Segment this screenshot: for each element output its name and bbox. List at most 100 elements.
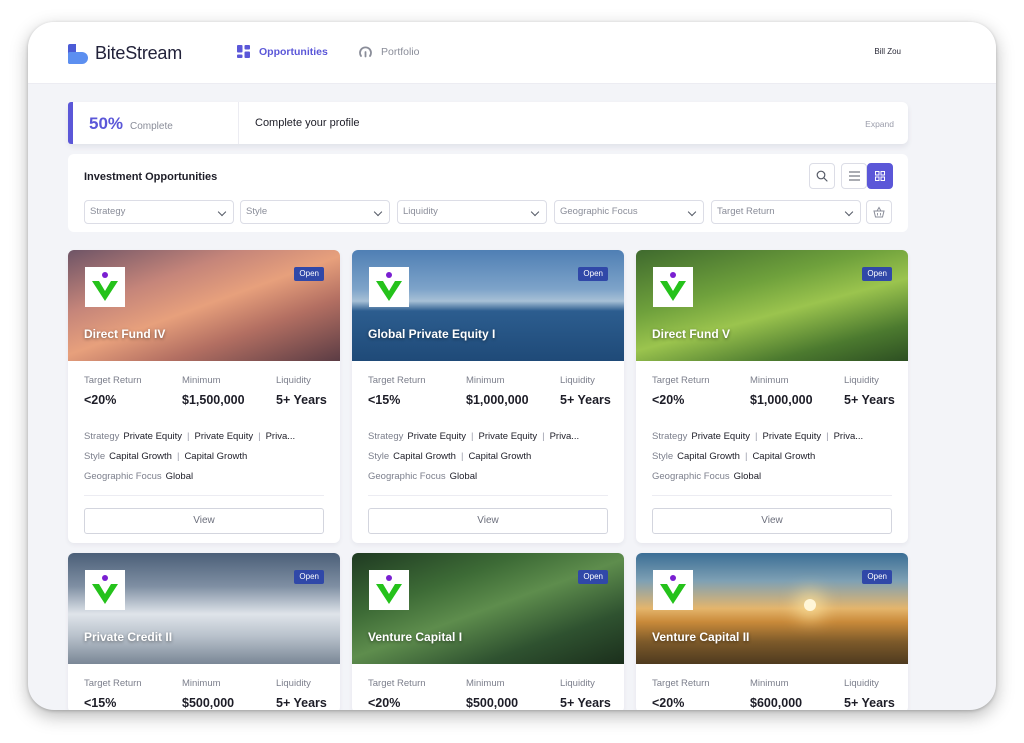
geo-key: Geographic Focus: [652, 471, 730, 482]
app-window: BiteStream Opportunities Portfolio Bill …: [28, 22, 996, 710]
list-icon: [848, 171, 860, 181]
chevron-down-icon: [217, 207, 227, 217]
card-title: Venture Capital II: [652, 630, 750, 644]
profile-title: Complete your profile: [255, 117, 360, 129]
nav-portfolio[interactable]: Portfolio: [359, 45, 420, 58]
grid-view-button[interactable]: [867, 163, 893, 189]
divider: [84, 495, 324, 496]
view-button[interactable]: View: [368, 508, 608, 534]
fund-logo: [369, 267, 409, 307]
status-badge: Open: [578, 570, 608, 584]
strategy-tag: Priva...: [833, 431, 864, 442]
profile-completion-percent: 50%: [89, 114, 124, 133]
fund-logo: [653, 267, 693, 307]
geographic-focus-filter[interactable]: Geographic Focus: [554, 200, 704, 224]
target-return-value: <15%: [368, 393, 401, 407]
list-view-button[interactable]: [841, 163, 867, 189]
divider: [238, 102, 239, 144]
liquidity-label: Liquidity: [844, 375, 879, 386]
geographic-focus-filter-placeholder: Geographic Focus: [560, 206, 638, 217]
strategy-filter-placeholder: Strategy: [90, 206, 126, 217]
minimum-value: $600,000: [750, 696, 803, 710]
opportunity-card: Open Private Credit II Target Return Min…: [68, 553, 340, 710]
chevron-down-icon: [687, 207, 697, 217]
minimum-value: $500,000: [466, 696, 519, 710]
status-badge: Open: [294, 267, 324, 281]
target-return-label: Target Return: [652, 678, 710, 689]
card-title: Global Private Equity I: [368, 327, 496, 341]
style-key: Style: [368, 451, 390, 462]
expand-link[interactable]: Expand: [865, 119, 894, 129]
liquidity-value: 5+ Years: [844, 393, 895, 407]
minimum-label: Minimum: [466, 375, 505, 386]
style-tag: Capital Growth: [109, 451, 172, 462]
user-name[interactable]: Bill Zou: [874, 47, 901, 56]
strategy-key: Strategy: [652, 431, 688, 442]
profile-completion-label: Complete: [130, 121, 173, 132]
profile-completion-bar: 50% Complete Complete your profile Expan…: [68, 102, 908, 144]
liquidity-value: 5+ Years: [276, 696, 327, 710]
geo-row: Geographic Focus Global: [84, 471, 329, 482]
strategy-key: Strategy: [84, 431, 120, 442]
clear-filters-button[interactable]: [866, 200, 892, 224]
nav-opportunities[interactable]: Opportunities: [237, 45, 328, 58]
strategy-tag: Private Equity: [194, 431, 254, 442]
strategy-filter[interactable]: Strategy: [84, 200, 234, 224]
strategy-tag: Private Equity: [123, 431, 183, 442]
minimum-label: Minimum: [182, 678, 221, 689]
liquidity-label: Liquidity: [560, 375, 595, 386]
geo-key: Geographic Focus: [368, 471, 446, 482]
style-row: Style Capital Growth | Capital Growth: [652, 451, 816, 462]
view-button[interactable]: View: [84, 508, 324, 534]
dashboard-icon: [237, 45, 250, 58]
liquidity-filter[interactable]: Liquidity: [397, 200, 547, 224]
strategy-tag: Priva...: [549, 431, 580, 442]
strategy-row: Strategy Private Equity | Private Equity | Pr…: [368, 431, 580, 442]
fund-logo: [85, 267, 125, 307]
geo-tag: Global: [165, 471, 194, 482]
strategy-tag: Private Equity: [407, 431, 467, 442]
target-return-value: <20%: [84, 393, 117, 407]
geo-tag: Global: [733, 471, 762, 482]
minimum-value: $1,500,000: [182, 393, 245, 407]
strategy-tag: Private Equity: [478, 431, 538, 442]
card-title: Venture Capital I: [368, 630, 463, 644]
divider: [368, 495, 608, 496]
grid-icon: [875, 171, 885, 181]
liquidity-label: Liquidity: [276, 375, 311, 386]
style-tag: Capital Growth: [393, 451, 456, 462]
fund-logo: [369, 570, 409, 610]
liquidity-label: Liquidity: [844, 678, 879, 689]
geo-tag: Global: [449, 471, 478, 482]
geo-row: Geographic Focus Global: [368, 471, 613, 482]
search-button[interactable]: [809, 163, 835, 189]
brand-logo[interactable]: BiteStream: [68, 43, 182, 64]
status-badge: Open: [578, 267, 608, 281]
strategy-tag: Private Equity: [691, 431, 751, 442]
brand-logo-icon: [68, 43, 88, 64]
opportunities-filter-panel: Investment Opportunities Strategy Style …: [68, 154, 908, 232]
opportunity-card: Open Venture Capital II Target Return Mi…: [636, 553, 908, 710]
liquidity-value: 5+ Years: [276, 393, 327, 407]
style-tag: Capital Growth: [184, 451, 248, 462]
top-navigation-bar: BiteStream Opportunities Portfolio Bill …: [28, 22, 996, 84]
nav-portfolio-label: Portfolio: [381, 45, 420, 58]
view-button[interactable]: View: [652, 508, 892, 534]
liquidity-label: Liquidity: [560, 678, 595, 689]
opportunity-card: Open Venture Capital I Target Return Min…: [352, 553, 624, 710]
profile-accent-stripe: [68, 102, 73, 144]
fund-logo: [653, 570, 693, 610]
strategy-tag: Private Equity: [762, 431, 822, 442]
target-return-filter[interactable]: Target Return: [711, 200, 861, 224]
liquidity-label: Liquidity: [276, 678, 311, 689]
target-return-value: <15%: [84, 696, 117, 710]
style-tag: Capital Growth: [468, 451, 532, 462]
strategy-row: Strategy Private Equity | Private Equity | Pr…: [652, 431, 864, 442]
minimum-value: $500,000: [182, 696, 235, 710]
style-filter[interactable]: Style: [240, 200, 390, 224]
style-tag: Capital Growth: [752, 451, 816, 462]
minimum-value: $1,000,000: [466, 393, 529, 407]
opportunity-card: Open Direct Fund IV Target Return Minimu…: [68, 250, 340, 543]
sun-icon: [804, 599, 816, 611]
target-return-value: <20%: [368, 696, 401, 710]
